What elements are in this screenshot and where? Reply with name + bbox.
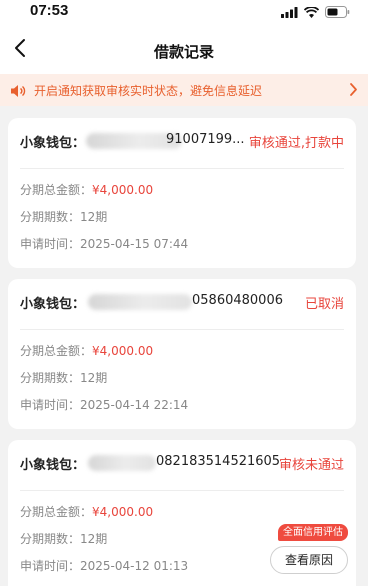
order-number: 91007199... xyxy=(166,132,245,147)
status-icons xyxy=(281,5,350,19)
apply-time-value: 2025-04-14 22:14 xyxy=(80,398,189,412)
total-amount-value: ¥4,000.00 xyxy=(92,344,154,358)
view-reason-button[interactable]: 查看原因 xyxy=(270,546,348,574)
wifi-icon xyxy=(303,3,320,22)
total-amount-value: ¥4,000.00 xyxy=(92,183,154,197)
battery-icon xyxy=(325,3,350,22)
periods-row: 分期期数：12期 xyxy=(20,208,107,225)
wallet-label: 小象钱包： xyxy=(20,297,86,312)
apply-time-row: 申请时间：2025-04-12 01:13 xyxy=(20,557,188,574)
apply-time-row: 申请时间：2025-04-15 07:44 xyxy=(20,235,188,252)
credit-assessment-badge: 全面信用评估 xyxy=(278,524,348,541)
status-text: 已取消 xyxy=(304,297,344,312)
periods-value: 12期 xyxy=(80,371,108,385)
apply-time-row: 申请时间：2025-04-14 22:14 xyxy=(20,396,188,413)
redacted-order-prefix xyxy=(88,455,156,471)
nav-bar: 借款记录 xyxy=(0,26,368,74)
status-time: 07:53 xyxy=(30,2,69,19)
apply-time-label: 申请时间： xyxy=(20,398,81,412)
periods-value: 12期 xyxy=(80,210,108,224)
loan-record-card[interactable]: 小象钱包： 082183514521605 审核未通过 分期总金额：¥4,000… xyxy=(8,440,356,586)
record-header: 小象钱包： 91007199... 审核通过,打款中 xyxy=(20,132,344,152)
page-title: 借款记录 xyxy=(153,43,214,61)
status-bar: 07:53 xyxy=(0,0,368,26)
total-amount-label: 分期总金额： xyxy=(20,344,93,358)
wallet-label: 小象钱包： xyxy=(20,136,86,151)
periods-row: 分期期数：12期 xyxy=(20,369,107,386)
total-amount-label: 分期总金额： xyxy=(20,505,93,519)
status-text: 审核未通过 xyxy=(278,458,344,473)
record-header: 小象钱包： 082183514521605 审核未通过 xyxy=(20,454,344,474)
chevron-right-icon xyxy=(349,82,358,101)
apply-time-label: 申请时间： xyxy=(20,559,81,573)
periods-label: 分期期数： xyxy=(20,532,81,546)
wallet-label: 小象钱包： xyxy=(20,458,86,473)
order-number: 05860480006 xyxy=(192,293,283,308)
total-amount-row: 分期总金额：¥4,000.00 xyxy=(20,181,153,198)
periods-value: 12期 xyxy=(80,532,108,546)
loan-record-card[interactable]: 小象钱包： 91007199... 审核通过,打款中 分期总金额：¥4,000.… xyxy=(8,118,356,268)
notification-text: 开启通知获取审核实时状态，避免信息延迟 xyxy=(34,84,263,98)
periods-label: 分期期数： xyxy=(20,210,81,224)
total-amount-value: ¥4,000.00 xyxy=(92,505,154,519)
apply-time-label: 申请时间： xyxy=(20,237,81,251)
apply-time-value: 2025-04-12 01:13 xyxy=(80,559,189,573)
redacted-order-prefix xyxy=(88,294,192,310)
signal-icon xyxy=(281,3,298,22)
divider xyxy=(20,490,344,491)
periods-row: 分期期数：12期 xyxy=(20,530,107,547)
divider xyxy=(20,329,344,330)
order-number: 082183514521605 xyxy=(156,454,281,469)
divider xyxy=(20,168,344,169)
status-text: 审核通过,打款中 xyxy=(248,136,344,151)
notification-banner[interactable]: 开启通知获取审核实时状态，避免信息延迟 xyxy=(0,74,368,106)
speaker-icon xyxy=(10,83,26,102)
total-amount-label: 分期总金额： xyxy=(20,183,93,197)
loan-record-card[interactable]: 小象钱包： 05860480006 已取消 分期总金额：¥4,000.00 分期… xyxy=(8,279,356,429)
record-header: 小象钱包： 05860480006 已取消 xyxy=(20,293,344,313)
total-amount-row: 分期总金额：¥4,000.00 xyxy=(20,503,153,520)
periods-label: 分期期数： xyxy=(20,371,81,385)
apply-time-value: 2025-04-15 07:44 xyxy=(80,237,189,251)
total-amount-row: 分期总金额：¥4,000.00 xyxy=(20,342,153,359)
